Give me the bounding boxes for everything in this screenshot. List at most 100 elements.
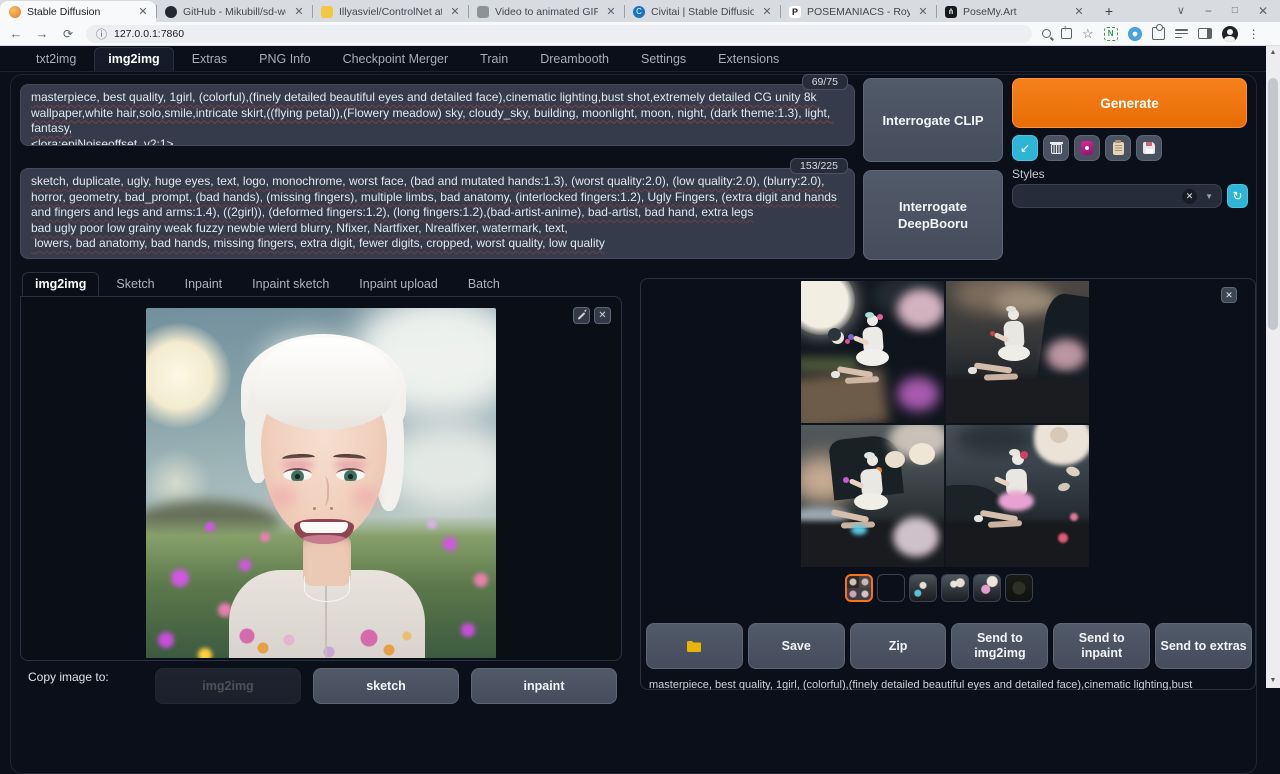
remove-image-icon[interactable]: ✕ <box>594 307 611 324</box>
site-info-icon[interactable]: ⓘ <box>96 26 107 42</box>
thumbnail-3[interactable] <box>941 574 969 602</box>
scroll-up-icon[interactable]: ▲ <box>1266 46 1280 60</box>
copy-to-img2img-button[interactable]: img2img <box>155 668 301 704</box>
paste-icon[interactable]: ↙ <box>1012 135 1038 161</box>
clear-styles-icon[interactable]: ✕ <box>1182 189 1197 204</box>
refresh-styles-icon[interactable]: ↻ <box>1227 184 1248 208</box>
copy-to-sketch-button[interactable]: sketch <box>313 668 459 704</box>
tab-close-icon[interactable]: ✕ <box>760 5 774 19</box>
thumbnail-1[interactable] <box>877 574 905 602</box>
generation-info-text: masterpiece, best quality, 1girl, (color… <box>649 679 1245 690</box>
extra-networks-icon[interactable] <box>1074 135 1100 161</box>
send-to-inpaint-button[interactable]: Send to inpaint <box>1053 623 1150 669</box>
gallery-grid-cell <box>801 281 944 423</box>
address-bar[interactable]: ⓘ 127.0.0.1:7860 <box>86 25 1032 43</box>
tab-txt2img[interactable]: txt2img <box>22 47 90 71</box>
menu-dots-icon[interactable]: ⋮ <box>1248 27 1260 41</box>
tab-extras[interactable]: Extras <box>178 47 241 71</box>
reading-list-icon[interactable] <box>1175 28 1188 39</box>
tab-settings[interactable]: Settings <box>627 47 700 71</box>
chevron-down-icon[interactable]: ▼ <box>1205 192 1213 201</box>
tab-close-icon[interactable]: ✕ <box>1072 5 1086 19</box>
posemaniacs-favicon: P <box>789 6 801 18</box>
gallery-preview-image[interactable] <box>801 281 1089 567</box>
bookmark-icon[interactable]: ☆ <box>1082 28 1094 40</box>
img2img-subtabs: img2img Sketch Inpaint Inpaint sketch In… <box>22 272 513 296</box>
tab-close-icon[interactable]: ✕ <box>916 5 930 19</box>
tab-close-icon[interactable]: ✕ <box>604 5 618 19</box>
minimize-icon[interactable]: − <box>1205 0 1212 22</box>
interrogate-clip-button[interactable]: Interrogate CLIP <box>863 78 1003 162</box>
browser-tab-stable-diffusion[interactable]: Stable Diffusion ✕ <box>0 1 156 22</box>
back-icon[interactable]: ← <box>6 24 26 44</box>
tab-search-icon[interactable]: ∨ <box>1177 0 1185 22</box>
browser-tab-posemyart[interactable]: ⋔ PoseMy.Art ✕ <box>936 1 1092 22</box>
thumbnail-grid[interactable] <box>845 574 873 602</box>
img2img-source-image[interactable] <box>146 308 496 658</box>
edit-image-icon[interactable] <box>573 307 590 324</box>
styles-dropdown[interactable]: ✕ ▼ <box>1012 184 1222 208</box>
negative-prompt-input[interactable]: sketch, duplicate, ugly, huge eyes, text… <box>21 169 854 258</box>
thumbnail-2[interactable] <box>909 574 937 602</box>
tab-extensions[interactable]: Extensions <box>704 47 793 71</box>
subtab-batch[interactable]: Batch <box>455 272 513 296</box>
tab-close-icon[interactable]: ✕ <box>448 5 462 19</box>
browser-tab-posemaniacs[interactable]: P POSEMANIACS - Royalty free 3... ✕ <box>780 1 936 22</box>
send-to-img2img-button[interactable]: Send to img2img <box>951 623 1048 669</box>
send-to-extras-button[interactable]: Send to extras <box>1155 623 1252 669</box>
tab-close-icon[interactable]: ✕ <box>292 5 306 19</box>
subtab-img2img[interactable]: img2img <box>22 272 99 296</box>
result-gallery: ✕ <box>640 278 1256 690</box>
forward-icon[interactable]: → <box>32 24 52 44</box>
browser-tab-controlnet[interactable]: Illyasviel/ControlNet at main ✕ <box>312 1 468 22</box>
subtab-inpaint-upload[interactable]: Inpaint upload <box>346 272 451 296</box>
tab-checkpoint-merger[interactable]: Checkpoint Merger <box>329 47 463 71</box>
browser-scrollbar[interactable]: ▲ ▼ <box>1266 46 1280 688</box>
extension-n-icon[interactable]: N <box>1104 27 1118 41</box>
share-icon[interactable] <box>1061 28 1072 39</box>
url-text: 127.0.0.1:7860 <box>114 28 184 40</box>
apply-styles-icon[interactable] <box>1105 135 1131 161</box>
generate-button[interactable]: Generate <box>1012 78 1247 128</box>
save-style-icon[interactable] <box>1136 135 1162 161</box>
new-tab-button[interactable]: + <box>1098 2 1120 22</box>
clear-prompt-icon[interactable] <box>1043 135 1069 161</box>
scroll-down-icon[interactable]: ▼ <box>1266 674 1280 688</box>
gallery-thumbnails <box>845 574 1033 602</box>
tab-png-info[interactable]: PNG Info <box>245 47 324 71</box>
prompt-input[interactable]: masterpiece, best quality, 1girl, (color… <box>21 85 854 145</box>
close-window-icon[interactable]: ✕ <box>1258 0 1268 22</box>
extension-blue-icon[interactable] <box>1128 27 1142 41</box>
open-folder-button[interactable] <box>646 623 743 669</box>
sd-webui: txt2img img2img Extras PNG Info Checkpoi… <box>0 46 1266 688</box>
profile-avatar[interactable] <box>1222 26 1238 42</box>
tab-title: Civitai | Stable Diffusion model... <box>651 6 754 18</box>
tab-img2img[interactable]: img2img <box>94 47 173 71</box>
interrogate-deepbooru-button[interactable]: Interrogate DeepBooru <box>863 170 1003 260</box>
side-panel-icon[interactable] <box>1198 28 1212 39</box>
subtab-inpaint-sketch[interactable]: Inpaint sketch <box>239 272 342 296</box>
browser-tab-gif-converter[interactable]: Video to animated GIF converter ✕ <box>468 1 624 22</box>
browser-tab-civitai[interactable]: C Civitai | Stable Diffusion model... ✕ <box>624 1 780 22</box>
gallery-grid-cell <box>946 425 1089 567</box>
subtab-inpaint[interactable]: Inpaint <box>172 272 236 296</box>
close-gallery-icon[interactable]: ✕ <box>1221 287 1237 303</box>
scrollbar-thumb[interactable] <box>1268 78 1278 330</box>
gallery-grid-cell <box>801 425 944 567</box>
thumbnail-4[interactable] <box>973 574 1001 602</box>
extensions-icon[interactable] <box>1152 27 1165 40</box>
tab-dreambooth[interactable]: Dreambooth <box>526 47 623 71</box>
thumbnail-5[interactable] <box>1005 574 1033 602</box>
save-button[interactable]: Save <box>748 623 845 669</box>
maximize-icon[interactable]: □ <box>1232 0 1238 22</box>
subtab-sketch[interactable]: Sketch <box>103 272 167 296</box>
browser-tab-github[interactable]: GitHub - Mikubill/sd-webui-co... ✕ <box>156 1 312 22</box>
tab-close-icon[interactable]: ✕ <box>136 5 150 19</box>
tab-train[interactable]: Train <box>466 47 522 71</box>
zoom-icon[interactable] <box>1042 29 1051 38</box>
copy-to-inpaint-button[interactable]: inpaint <box>471 668 617 704</box>
reload-icon[interactable]: ⟳ <box>58 24 78 44</box>
controlnet-favicon <box>321 6 333 18</box>
zip-button[interactable]: Zip <box>850 623 947 669</box>
img2img-image-panel: ✕ <box>20 296 622 661</box>
